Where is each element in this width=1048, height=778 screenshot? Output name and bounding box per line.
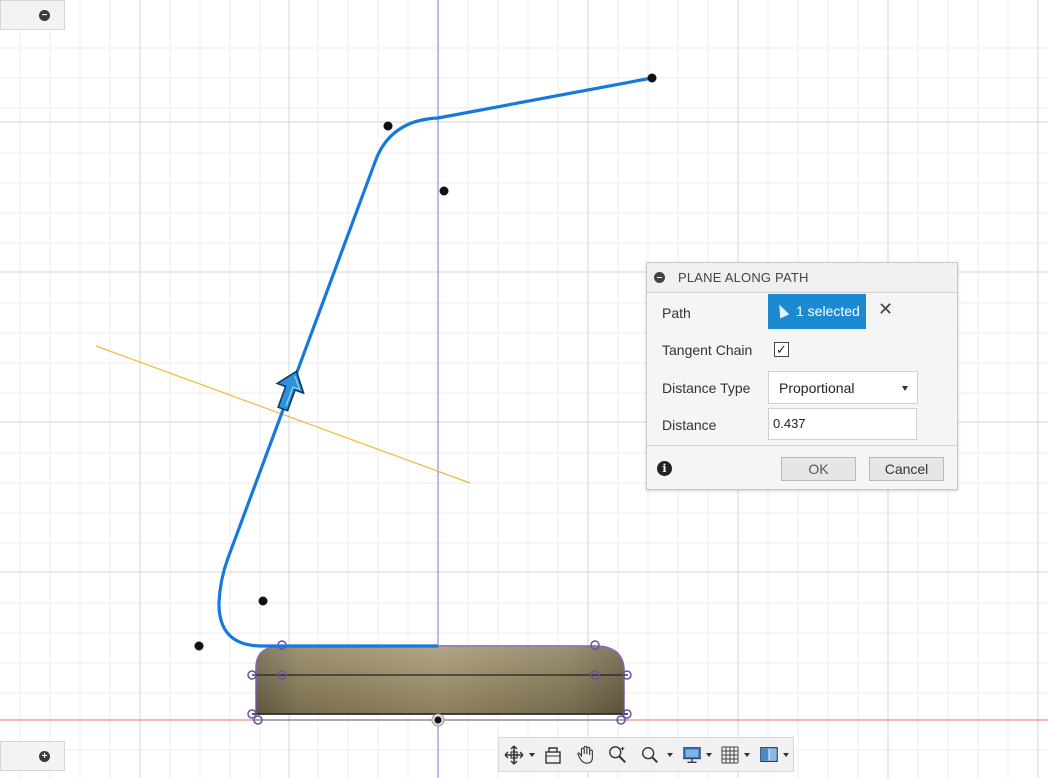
distance-manipulator-arrow-icon[interactable] <box>270 367 310 414</box>
distance-label: Distance <box>662 417 717 433</box>
path-selection-count: 1 selected <box>796 303 860 319</box>
cancel-button[interactable]: Cancel <box>869 457 944 481</box>
path-label: Path <box>662 305 691 321</box>
ok-button[interactable]: OK <box>781 457 856 481</box>
orbit-icon[interactable] <box>504 745 524 765</box>
plane-preview <box>95 345 471 484</box>
solid-body[interactable] <box>247 640 632 727</box>
sketch-path[interactable] <box>217 76 653 648</box>
chevron-down-icon[interactable] <box>783 753 789 757</box>
chevron-down-icon[interactable] <box>744 753 750 757</box>
distance-input[interactable]: 0.437 <box>768 408 917 440</box>
collapse-dialog-icon[interactable] <box>654 272 665 283</box>
minus-circle-icon: − <box>39 10 50 21</box>
chevron-down-icon[interactable] <box>706 753 712 757</box>
tangent-chain-checkbox[interactable]: ✓ <box>774 342 789 357</box>
dialog-title: PLANE ALONG PATH <box>678 270 809 285</box>
navigation-toolbar <box>498 737 794 772</box>
info-icon[interactable]: i <box>657 461 672 476</box>
browser-collapse-button[interactable]: − <box>0 0 65 30</box>
plus-circle-icon: + <box>39 751 50 762</box>
tangent-chain-label: Tangent Chain <box>662 342 753 358</box>
select-cursor-icon <box>774 302 790 319</box>
chevron-down-icon[interactable] <box>529 753 535 757</box>
clear-selection-icon[interactable]: ✕ <box>878 300 893 318</box>
comments-expand-button[interactable]: + <box>0 741 65 771</box>
grid-icon[interactable] <box>720 745 740 765</box>
distance-type-value: Proportional <box>779 380 855 396</box>
distance-type-dropdown[interactable]: Proportional <box>768 371 918 404</box>
dialog-header[interactable]: PLANE ALONG PATH <box>647 263 957 293</box>
distance-type-label: Distance Type <box>662 380 751 396</box>
look-at-icon[interactable] <box>543 745 563 765</box>
dialog-footer: i OK Cancel <box>647 445 957 490</box>
chevron-down-icon <box>902 386 908 391</box>
display-settings-icon[interactable] <box>681 745 703 765</box>
viewports-icon[interactable] <box>758 745 780 765</box>
control-points <box>194 73 657 651</box>
chevron-down-icon[interactable] <box>667 753 673 757</box>
plane-along-path-dialog: PLANE ALONG PATH Path 1 selected ✕ Tange… <box>646 262 958 490</box>
pan-icon[interactable] <box>575 745 597 765</box>
fit-icon[interactable] <box>639 745 661 765</box>
zoom-icon[interactable] <box>607 745 629 765</box>
path-selection-button[interactable]: 1 selected <box>768 294 866 329</box>
